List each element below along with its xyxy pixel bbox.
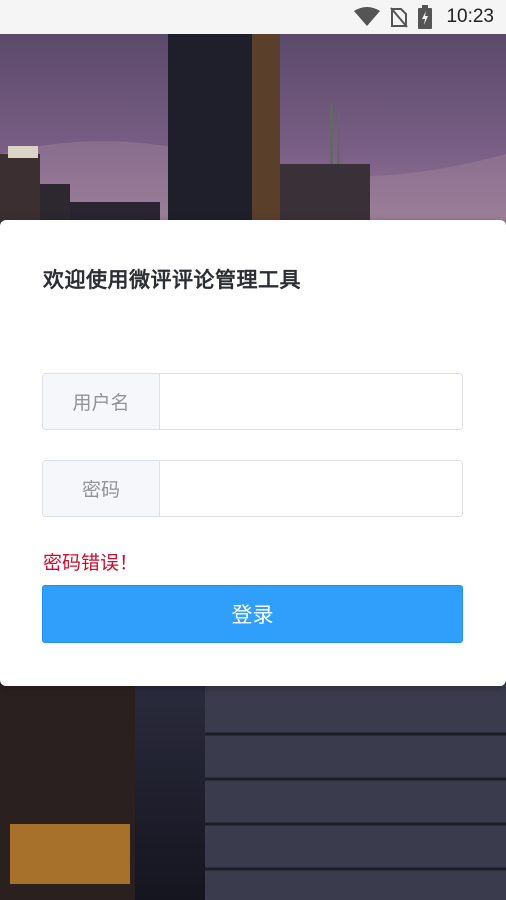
status-time: 10:23	[446, 6, 494, 27]
wifi-icon	[354, 7, 381, 26]
password-label: 密码	[43, 461, 160, 516]
page-title: 欢迎使用微评评论管理工具	[43, 268, 301, 292]
login-button[interactable]: 登录	[42, 585, 463, 643]
login-card: 欢迎使用微评评论管理工具 用户名 密码 密码错误！ 登录	[0, 220, 506, 686]
battery-charging-icon	[418, 5, 433, 29]
password-field: 密码	[42, 460, 463, 517]
no-sim-icon	[390, 7, 409, 28]
password-input[interactable]	[160, 461, 462, 516]
username-field: 用户名	[42, 373, 463, 430]
username-input[interactable]	[160, 374, 462, 429]
error-message: 密码错误！	[43, 552, 139, 574]
username-label: 用户名	[43, 374, 160, 429]
status-bar: 10:23	[0, 0, 506, 34]
